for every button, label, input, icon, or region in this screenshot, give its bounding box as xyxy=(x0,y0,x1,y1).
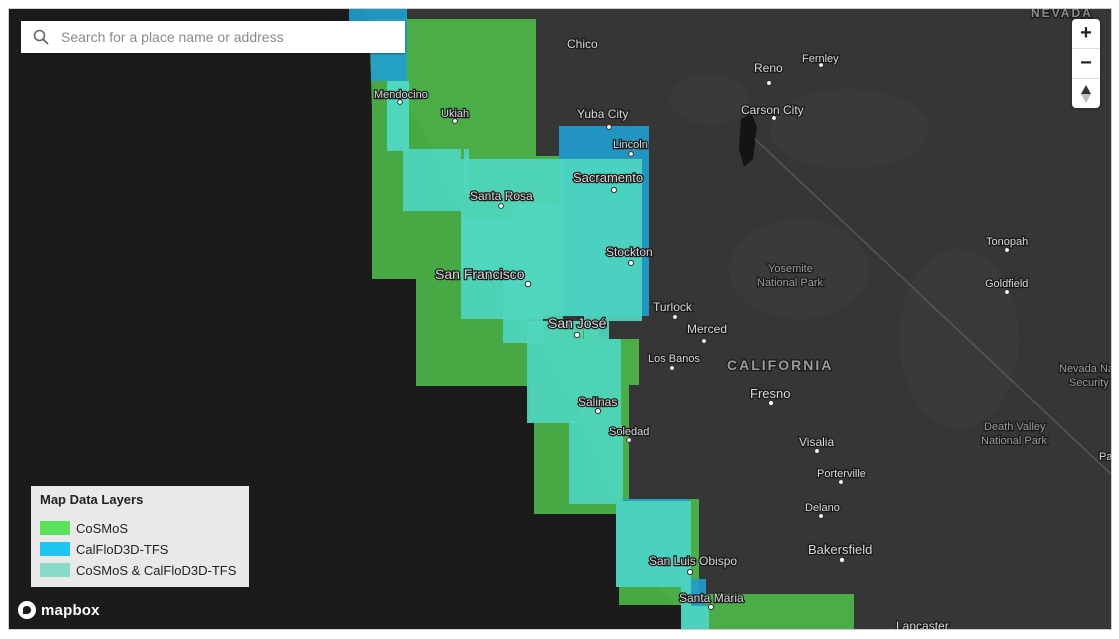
label-sacramento: Sacramento xyxy=(573,170,643,185)
mapbox-logo-text: mapbox xyxy=(41,601,100,619)
label-goldfield: Goldfield xyxy=(985,278,1028,290)
label-porterville: Porterville xyxy=(817,468,866,480)
label-visalia: Visalia xyxy=(799,435,834,449)
label-death-valley-2: National Park xyxy=(981,435,1048,447)
label-yosemite-2: National Park xyxy=(757,277,824,289)
label-mendocino: Mendocino xyxy=(374,89,428,101)
compass-button[interactable] xyxy=(1072,79,1100,108)
label-salinas: Salinas xyxy=(578,395,617,409)
label-san-luis-obispo: San Luis Obispo xyxy=(649,554,737,568)
mapbox-logo[interactable]: mapbox xyxy=(17,600,100,620)
label-fernley: Fernley xyxy=(802,53,839,65)
label-yuba-city: Yuba City xyxy=(577,107,628,121)
label-san-jose: San José xyxy=(548,315,607,331)
legend-label: CalFloD3D-TFS xyxy=(76,541,169,557)
label-soledad: Soledad xyxy=(609,426,649,438)
compass-icon xyxy=(1081,84,1091,103)
zoom-out-button[interactable]: − xyxy=(1072,49,1100,79)
legend-label: CoSMoS & CalFloD3D-TFS xyxy=(76,562,237,578)
legend-label: CoSMoS xyxy=(76,520,129,536)
legend-swatch-overlap xyxy=(40,563,70,577)
label-fresno: Fresno xyxy=(750,386,790,401)
label-nevada-na-2: Security xyxy=(1069,377,1109,389)
zoom-in-button[interactable]: + xyxy=(1072,19,1100,49)
label-nevada-na-1: Nevada Na xyxy=(1059,363,1111,375)
label-lincoln: Lincoln xyxy=(613,139,648,151)
label-california: CALIFORNIA xyxy=(727,357,833,373)
label-yosemite-1: Yosemite xyxy=(768,263,813,275)
label-pa: Pa xyxy=(1099,451,1111,463)
label-turlock: Turlock xyxy=(653,300,693,314)
search-icon xyxy=(21,21,61,53)
label-lancaster: Lancaster xyxy=(896,619,949,629)
legend-title: Map Data Layers xyxy=(40,492,144,507)
label-chico: Chico xyxy=(567,37,598,51)
mapbox-logo-icon xyxy=(18,601,36,619)
label-delano: Delano xyxy=(805,502,840,514)
label-santa-maria: Santa Maria xyxy=(679,591,744,605)
search-input[interactable] xyxy=(61,22,391,52)
map-frame[interactable]: NEVADA Chico Reno Fernley Mendocino Ukia… xyxy=(8,8,1112,630)
label-carson-city: Carson City xyxy=(741,103,804,117)
search-box[interactable] xyxy=(21,21,405,53)
map-legend: Map Data Layers CoSMoS CalFloD3D-TFS CoS… xyxy=(31,486,249,587)
label-stockton: Stockton xyxy=(606,245,653,259)
label-los-banos: Los Banos xyxy=(648,353,700,365)
legend-item-calflod: CalFloD3D-TFS xyxy=(40,541,168,557)
label-merced: Merced xyxy=(687,322,727,336)
legend-item-cosmos: CoSMoS xyxy=(40,520,128,536)
legend-swatch-cosmos xyxy=(40,521,70,535)
label-reno: Reno xyxy=(754,61,783,75)
legend-swatch-calflod xyxy=(40,542,70,556)
label-tonopah: Tonopah xyxy=(986,236,1028,248)
navigation-control: + − xyxy=(1072,19,1100,108)
label-death-valley-1: Death Valley xyxy=(984,421,1046,433)
label-san-francisco: San Francisco xyxy=(435,266,525,282)
label-ukiah: Ukiah xyxy=(441,108,469,120)
label-bakersfield: Bakersfield xyxy=(808,542,872,557)
label-santa-rosa: Santa Rosa xyxy=(470,189,533,203)
legend-item-overlap: CoSMoS & CalFloD3D-TFS xyxy=(40,562,236,578)
